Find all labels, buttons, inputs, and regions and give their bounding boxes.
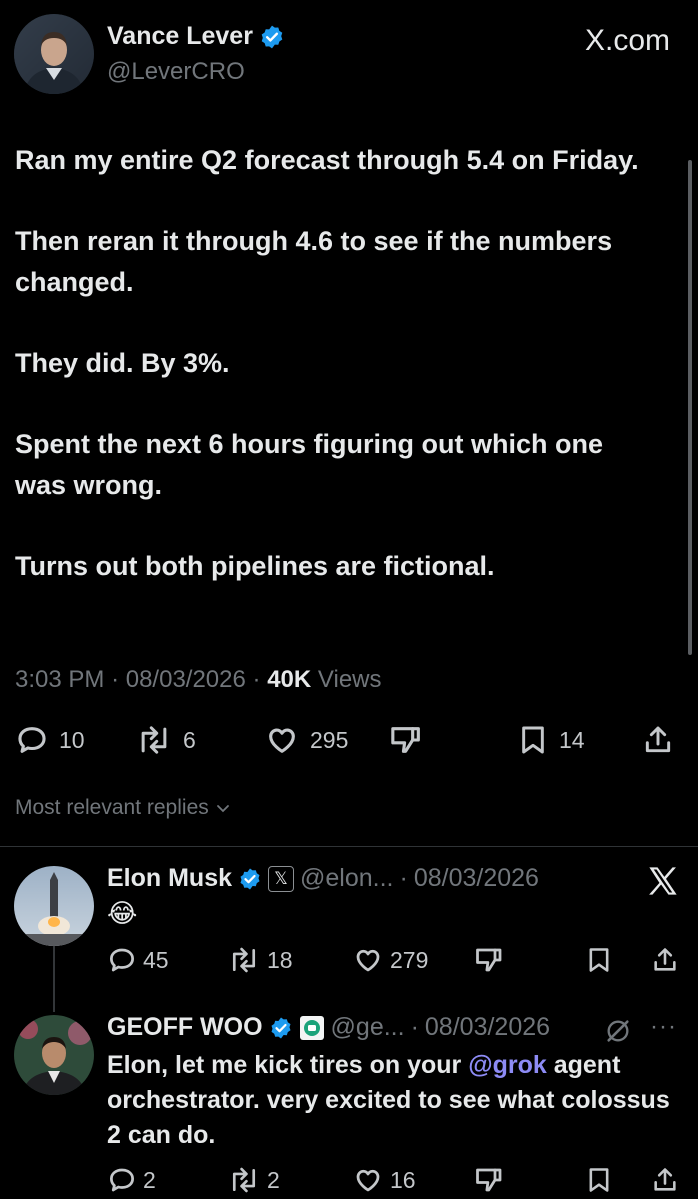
divider: [0, 846, 698, 847]
like-button[interactable]: 16: [352, 1165, 416, 1195]
meta-separator: ·: [252, 666, 261, 693]
reply-count: 10: [59, 726, 85, 753]
repost-button[interactable]: 6: [135, 722, 196, 758]
tweet-paragraph: Spent the next 6 hours figuring out whic…: [15, 429, 604, 500]
reply-button[interactable]: 10: [15, 722, 85, 758]
bookmark-button[interactable]: 14: [517, 722, 585, 758]
bookmark-button[interactable]: [585, 945, 613, 975]
watermark-text: X.com: [584, 24, 670, 57]
tweet-paragraph: Turns out both pipelines are fictional.: [15, 551, 495, 581]
repost-button[interactable]: 18: [227, 945, 293, 975]
more-icon[interactable]: ···: [650, 1013, 677, 1041]
repost-icon: [227, 945, 261, 975]
like-count: 295: [310, 726, 349, 753]
repost-count: 2: [267, 1166, 280, 1193]
views-count[interactable]: 40K: [267, 666, 311, 693]
meta-separator: ·: [410, 1013, 419, 1041]
reply-icon: [107, 945, 137, 975]
verified-badge-icon: [259, 24, 285, 50]
author-avatar[interactable]: [14, 14, 94, 94]
repost-button[interactable]: 2: [227, 1165, 280, 1195]
reply-button[interactable]: 45: [107, 945, 169, 975]
reply-text: Elon, let me kick tires on your @grok ag…: [107, 1048, 677, 1153]
grok-icon[interactable]: [604, 1017, 632, 1045]
author-name[interactable]: Vance Lever: [107, 22, 285, 51]
reply-icon: [107, 1165, 137, 1195]
reply-action-bar: 45 18 279: [107, 943, 687, 977]
dislike-button[interactable]: [473, 1165, 507, 1195]
share-icon: [642, 723, 674, 757]
like-count: 279: [390, 946, 429, 973]
views-label: Views: [317, 666, 382, 693]
reply-header: Elon Musk 𝕏 @elon... · 08/03/2026: [107, 864, 539, 893]
reply-avatar[interactable]: [14, 1015, 94, 1095]
chevron-down-icon: [215, 800, 231, 816]
reply-author-name[interactable]: Elon Musk: [107, 864, 232, 893]
scrollbar[interactable]: [688, 160, 692, 655]
reply-date[interactable]: 08/03/2026: [425, 1013, 550, 1042]
dislike-icon: [473, 1165, 507, 1195]
share-button[interactable]: [651, 1165, 679, 1195]
like-icon: [352, 1165, 384, 1195]
affiliate-badge[interactable]: [299, 1015, 325, 1041]
tweet-paragraph: They did. By 3%.: [15, 348, 230, 378]
share-button[interactable]: [651, 945, 679, 975]
reply-button[interactable]: 2: [107, 1165, 156, 1195]
tweet-paragraph: Ran my entire Q2 forecast through 5.4 on…: [15, 145, 639, 175]
reply-date[interactable]: 08/03/2026: [414, 864, 539, 893]
author-name-text[interactable]: Vance Lever: [107, 22, 253, 51]
repost-icon: [227, 1165, 261, 1195]
like-count: 16: [390, 1166, 416, 1193]
bookmark-icon: [585, 1165, 613, 1195]
dislike-button[interactable]: [473, 945, 507, 975]
like-icon: [264, 723, 300, 757]
verified-badge-icon: [238, 867, 262, 891]
share-icon: [651, 1165, 679, 1195]
replies-sort-label: Most relevant replies: [15, 796, 209, 819]
like-button[interactable]: 295: [264, 722, 348, 758]
reply-count: 2: [143, 1166, 156, 1193]
bookmark-count: 14: [559, 726, 585, 753]
dislike-icon: [473, 945, 507, 975]
xcom-watermark: X.com: [585, 24, 670, 58]
bookmark-icon: [517, 723, 549, 757]
like-icon: [352, 945, 384, 975]
share-icon: [651, 945, 679, 975]
author-handle[interactable]: @LeverCRO: [107, 58, 245, 86]
bookmark-icon: [585, 945, 613, 975]
reply-text-part: Elon, let me kick tires on your: [107, 1051, 469, 1079]
reply-author-name[interactable]: GEOFF WOO: [107, 1013, 263, 1042]
meta-separator: ·: [399, 864, 408, 892]
thread-line: [53, 946, 55, 1012]
dislike-button[interactable]: [387, 722, 427, 758]
reply-count: 45: [143, 946, 169, 973]
share-button[interactable]: [642, 722, 674, 758]
like-button[interactable]: 279: [352, 945, 428, 975]
tweet-meta: 3:03 PM · 08/03/2026 · 40K Views: [15, 666, 382, 694]
meta-separator: ·: [111, 666, 120, 693]
tweet-date[interactable]: 08/03/2026: [126, 666, 246, 693]
bookmark-button[interactable]: [585, 1165, 613, 1195]
repost-count: 6: [183, 726, 196, 753]
x-logo-icon: [646, 866, 680, 896]
tweet-text: Ran my entire Q2 forecast through 5.4 on…: [15, 140, 655, 627]
reply-avatar[interactable]: [14, 866, 94, 946]
reply-text: 😂: [107, 898, 138, 928]
reply-header: GEOFF WOO @ge... · 08/03/2026: [107, 1013, 550, 1042]
affiliate-badge[interactable]: 𝕏: [268, 865, 295, 892]
repost-count: 18: [267, 946, 293, 973]
reply-author-handle[interactable]: @ge...: [331, 1013, 405, 1042]
reply-icon: [15, 723, 49, 757]
verified-badge-icon: [269, 1016, 293, 1040]
dislike-icon: [387, 723, 427, 757]
tweet-time[interactable]: 3:03 PM: [15, 666, 104, 693]
reply-action-bar: 2 2 16: [107, 1163, 687, 1197]
replies-sort-dropdown[interactable]: Most relevant replies: [15, 796, 231, 820]
tweet-paragraph: Then reran it through 4.6 to see if the …: [15, 226, 613, 297]
mention-link[interactable]: @grok: [468, 1051, 547, 1079]
reply-author-handle[interactable]: @elon...: [300, 864, 393, 893]
repost-icon: [135, 723, 173, 757]
